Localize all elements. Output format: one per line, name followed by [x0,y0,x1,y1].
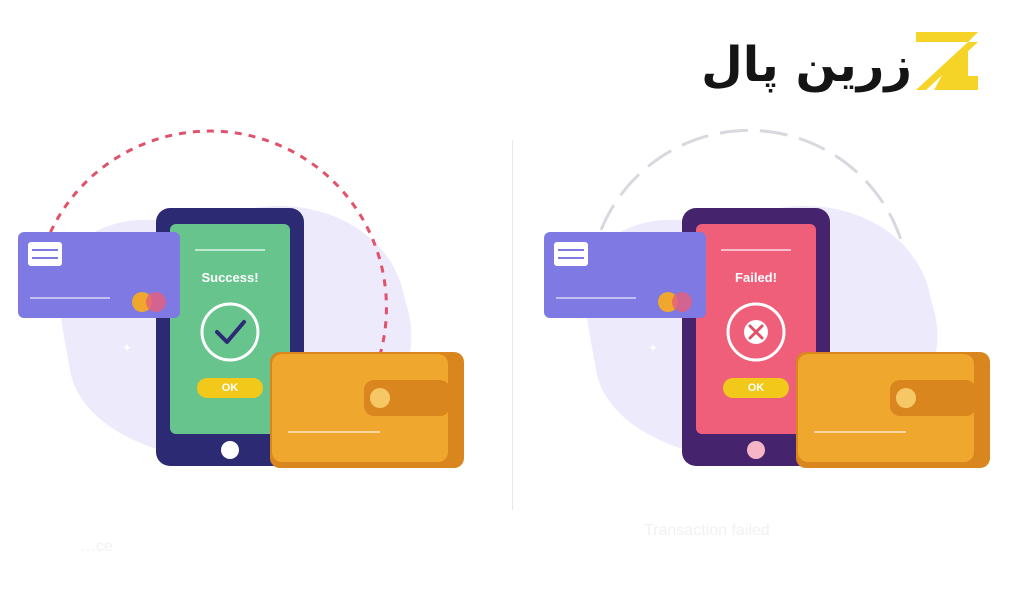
svg-text:✦: ✦ [98,419,108,433]
failed-scene: ✦ ✦ Failed! OK Transaction failed [536,120,1016,539]
brand-logo: زرین پال [612,20,992,100]
svg-text:✦: ✦ [624,419,634,433]
panel-divider [512,140,513,510]
success-caption: …ce [80,538,113,555]
failed-caption: Transaction failed [644,522,770,539]
brand-wordmark: زرین پال [701,37,912,93]
failed-ok-button[interactable]: OK [723,378,789,398]
success-illustration: ✦ ✦ [18,129,464,468]
success-scene: ✦ ✦ Success! OK …ce [10,120,490,555]
failed-illustration: ✦ ✦ [544,128,990,468]
success-status-title: Success! [201,270,259,285]
zarinpal-z-logo-icon [916,32,978,90]
success-ok-button[interactable]: OK [197,378,263,398]
svg-text:✦: ✦ [648,341,658,355]
svg-text:✦: ✦ [122,341,132,355]
failed-status-title: Failed! [735,270,777,285]
